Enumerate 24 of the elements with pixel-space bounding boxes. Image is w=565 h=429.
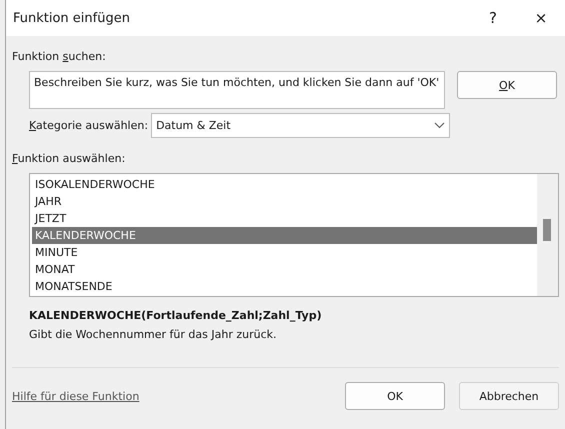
- list-item[interactable]: MONATSENDE: [32, 278, 537, 295]
- scrollbar-thumb[interactable]: [543, 219, 551, 241]
- list-item[interactable]: MONAT: [32, 261, 537, 278]
- function-list-label: Funktion auswählen:: [12, 152, 126, 165]
- category-dropdown[interactable]: Datum & Zeit: [151, 113, 450, 138]
- cancel-button[interactable]: Abbrechen: [459, 382, 559, 410]
- close-button[interactable]: ×: [517, 9, 565, 27]
- help-link[interactable]: Hilfe für diese Funktion: [12, 390, 140, 402]
- list-item[interactable]: MINUTE: [32, 244, 537, 261]
- list-item[interactable]: ISOKALENDERWOCHE: [32, 176, 537, 193]
- list-item[interactable]: KALENDERWOCHE: [32, 227, 537, 244]
- scrollbar[interactable]: [537, 174, 558, 296]
- list-item[interactable]: JETZT: [32, 210, 537, 227]
- chevron-down-icon: [434, 122, 446, 129]
- function-signature: KALENDERWOCHE(Fortlaufende_Zahl;Zahl_Typ): [29, 309, 322, 322]
- help-button[interactable]: ?: [469, 9, 517, 27]
- ok-button[interactable]: OK: [345, 382, 445, 410]
- list-item[interactable]: JAHR: [32, 193, 537, 210]
- window-title: Funktion einfügen: [13, 10, 131, 26]
- category-label: Kategorie auswählen:: [29, 119, 148, 132]
- function-description: Gibt die Wochennummer für das Jahr zurück.: [29, 328, 276, 341]
- search-label: Funktion suchen:: [12, 50, 106, 63]
- ok-button[interactable]: OK: [457, 71, 557, 99]
- search-field[interactable]: Beschreiben Sie kurz, was Sie tun möchten, und klicken Sie dann auf 'OK': [29, 71, 445, 109]
